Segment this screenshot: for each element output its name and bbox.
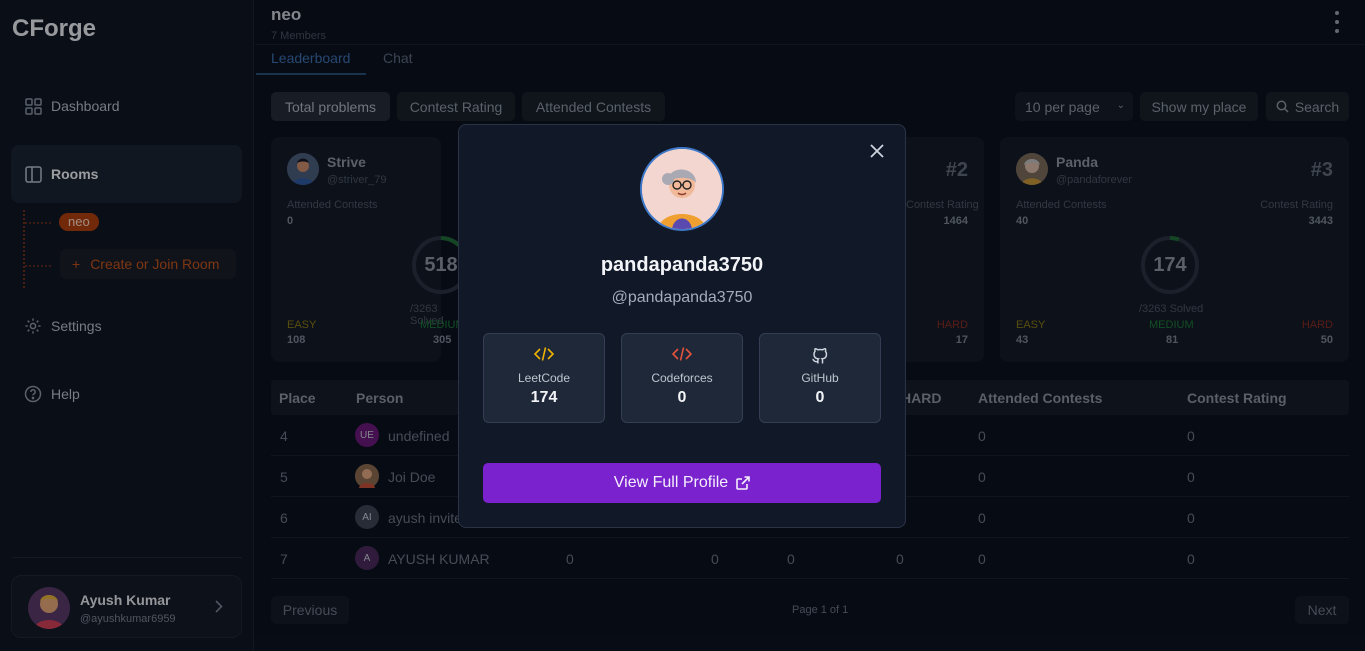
- platform-name: Codeforces: [651, 371, 713, 385]
- github-icon: [760, 346, 880, 364]
- platform-name: LeetCode: [517, 371, 571, 385]
- profile-modal: pandapanda3750 @pandapanda3750 LeetCode …: [458, 124, 906, 528]
- view-full-profile-label: View Full Profile: [613, 474, 729, 491]
- platform-value: 0: [815, 389, 825, 406]
- platform-name: GitHub: [801, 371, 839, 385]
- close-icon[interactable]: [867, 141, 887, 161]
- avatar: [640, 147, 724, 231]
- profile-handle: @pandapanda3750: [611, 289, 753, 306]
- platform-value: 174: [530, 389, 558, 406]
- github-stat-card[interactable]: GitHub 0: [759, 333, 881, 423]
- code-icon: [484, 346, 604, 362]
- view-full-profile-button[interactable]: View Full Profile: [483, 463, 881, 503]
- code-icon: [622, 346, 742, 362]
- profile-name: pandapanda3750: [600, 254, 764, 276]
- leetcode-stat-card[interactable]: LeetCode 174: [483, 333, 605, 423]
- external-link-icon: [736, 476, 751, 490]
- codeforces-stat-card[interactable]: Codeforces 0: [621, 333, 743, 423]
- platform-value: 0: [677, 389, 687, 406]
